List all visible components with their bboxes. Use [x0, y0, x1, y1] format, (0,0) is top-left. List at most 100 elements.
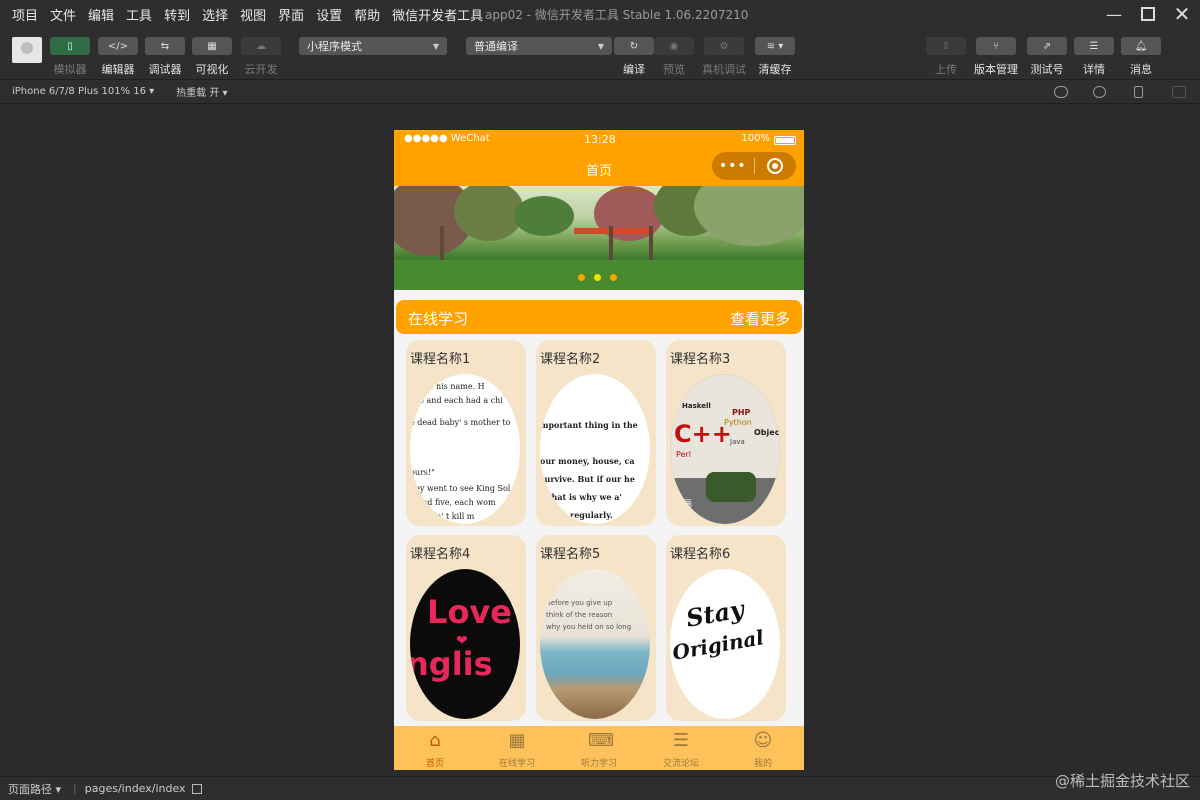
banner-trunk — [649, 226, 653, 262]
course-thumbnail: Before you give up think of the reason w… — [540, 569, 650, 719]
messages-button[interactable]: 🔔︎ — [1121, 37, 1161, 55]
refresh-icon: ↻ — [629, 40, 639, 52]
version-button[interactable]: ⑂ — [976, 37, 1016, 55]
minimize-icon[interactable]: — — [1096, 0, 1132, 28]
rotate-icon[interactable] — [1054, 86, 1068, 98]
thumb-text: why you held on so long — [546, 623, 632, 631]
thumb-text: ase don' t kill m — [410, 512, 475, 521]
compile-button[interactable]: ↻ — [614, 37, 654, 55]
close-icon[interactable]: ✕ — [1164, 0, 1200, 28]
menu-file[interactable]: 文件 — [44, 5, 82, 24]
more-icon[interactable]: ••• — [712, 158, 754, 174]
nav-bar: 首页 ••• — [394, 150, 804, 186]
menu-select[interactable]: 选择 — [196, 5, 234, 24]
preview-button[interactable]: ◉ — [654, 37, 694, 55]
external-link-icon: ⇗ — [1042, 40, 1052, 52]
maximize-icon[interactable] — [1130, 0, 1166, 28]
mode-select[interactable]: 小程序模式 ▼ — [299, 37, 447, 55]
debug-icon: ⇆ — [160, 40, 170, 52]
menu-tools[interactable]: 工具 — [120, 5, 158, 24]
course-thumbnail: I Love ❤ nglis — [410, 569, 520, 719]
menu-edit[interactable]: 编辑 — [82, 5, 120, 24]
see-more-link[interactable]: 查看更多 — [730, 308, 790, 329]
toolbar: ▯ 模拟器 </> 编辑器 ⇆ 调试器 ▦ 可视化 ☁ 云开发 小程序模式 ▼ … — [0, 28, 1200, 80]
tab-forum[interactable]: ☰ 交流论坛 — [640, 726, 722, 770]
record-icon[interactable] — [1093, 86, 1106, 98]
course-card[interactable]: 课程名称2 y mportant thing in the our money,… — [536, 340, 656, 526]
menu-interface[interactable]: 界面 — [272, 5, 310, 24]
section-title: 在线学习 — [408, 310, 469, 328]
menu-project[interactable]: 项目 — [0, 5, 44, 24]
course-thumbnail: n was his name. H use and each had a chi… — [410, 374, 520, 524]
carousel-dot-active[interactable] — [594, 274, 601, 281]
simulator-button[interactable]: ▯ — [50, 37, 90, 55]
window-icon[interactable] — [1172, 86, 1186, 98]
tab-profile[interactable]: ☺ 我的 — [722, 726, 804, 770]
mode-select-value: 小程序模式 — [307, 40, 362, 53]
compile-select[interactable]: 普通编译 ▼ — [466, 37, 612, 55]
device-bar: iPhone 6/7/8 Plus 101% 16 ▾ 热重载 开 ▾ — [0, 80, 1200, 104]
course-card[interactable]: 课程名称4 I Love ❤ nglis — [406, 535, 526, 721]
carousel-dot[interactable] — [610, 274, 617, 281]
menu-devtools[interactable]: 微信开发者工具 — [386, 5, 489, 24]
test-account-button[interactable]: ⇗ — [1027, 37, 1067, 55]
menu-help[interactable]: 帮助 — [348, 5, 386, 24]
cloud-button[interactable]: ☁ — [241, 37, 281, 55]
bell-icon: 🔔︎ — [1134, 40, 1148, 52]
thumb-text: Before you give up — [546, 599, 613, 607]
course-card[interactable]: 课程名称5 Before you give up think of the re… — [536, 535, 656, 721]
tab-label: 交流论坛 — [662, 759, 699, 769]
avatar[interactable] — [12, 37, 42, 63]
thumb-text: ney went to see King Sol — [410, 484, 511, 493]
thumb-text: e dead baby' s mother to — [410, 418, 511, 427]
thumb-text: o and five, each wom — [410, 498, 496, 507]
window-title: app02 - 微信开发者工具 Stable 1.06.2207210 — [485, 8, 749, 22]
editor-button[interactable]: </> — [98, 37, 138, 55]
upload-button[interactable]: ⇪ — [926, 37, 966, 55]
cloud-icon: ☁ — [256, 40, 266, 52]
chevron-down-icon: ▼ — [432, 41, 439, 51]
course-card[interactable]: 课程名称3 Haskell PHP Python C++ Perl Object… — [666, 340, 786, 526]
phone-status-bar: ●●●●● WeChat 13:28 100% — [394, 130, 804, 150]
thumb-text: our money, house, ca — [540, 456, 635, 466]
course-thumbnail: y mportant thing in the our money, house… — [540, 374, 650, 524]
course-name: 课程名称6 — [670, 547, 731, 562]
thumb-word: C++ — [674, 420, 732, 448]
device-select[interactable]: iPhone 6/7/8 Plus 101% 16 ▾ — [12, 86, 154, 97]
copy-icon[interactable] — [191, 783, 202, 794]
phone-icon: ▯ — [67, 40, 73, 52]
details-button[interactable]: ☰ — [1074, 37, 1114, 55]
course-card[interactable]: 课程名称1 n was his name. H use and each had… — [406, 340, 526, 526]
close-miniprogram-button[interactable] — [754, 158, 796, 174]
course-name: 课程名称1 — [410, 352, 471, 367]
hot-reload-toggle[interactable]: 热重载 开 ▾ — [176, 84, 227, 99]
page-path-select[interactable]: 页面路径 ▾ — [8, 781, 61, 797]
phone-frame-icon[interactable] — [1134, 86, 1143, 98]
menu-lines-icon: ☰ — [1089, 40, 1099, 52]
tab-online-learning[interactable]: ▦ 在线学习 — [476, 726, 558, 770]
menu-view[interactable]: 视图 — [234, 5, 272, 24]
device-debug-button[interactable]: ⚙ — [704, 37, 744, 55]
menu-settings[interactable]: 设置 — [310, 5, 348, 24]
compile-select-value: 普通编译 — [474, 40, 518, 53]
tab-home[interactable]: ⌂ 首页 — [394, 726, 476, 770]
menu-goto[interactable]: 转到 — [158, 5, 196, 24]
tab-label: 我的 — [753, 759, 772, 769]
clear-cache-button[interactable]: ≋ ▾ — [755, 37, 795, 55]
carousel-dot[interactable] — [578, 274, 585, 281]
thumb-word: Haskell — [682, 402, 711, 410]
thumb-text: use and each had a chi — [410, 396, 503, 405]
tab-listening[interactable]: ⌨ 听力学习 — [558, 726, 640, 770]
visualize-button[interactable]: ▦ — [192, 37, 232, 55]
banner-fence — [574, 228, 654, 234]
tab-label: 听力学习 — [580, 759, 617, 769]
course-name: 课程名称3 — [670, 352, 731, 367]
thumb-text: ours!" — [410, 468, 435, 477]
thumb-word: Object — [754, 428, 780, 437]
battery-icon — [774, 136, 796, 145]
tab-label: 首页 — [425, 759, 444, 769]
battery-text: 100% — [741, 133, 770, 144]
debugger-button[interactable]: ⇆ — [145, 37, 185, 55]
thumb-word: I Love — [410, 593, 512, 631]
course-card[interactable]: 课程名称6 Stay Original — [666, 535, 786, 721]
